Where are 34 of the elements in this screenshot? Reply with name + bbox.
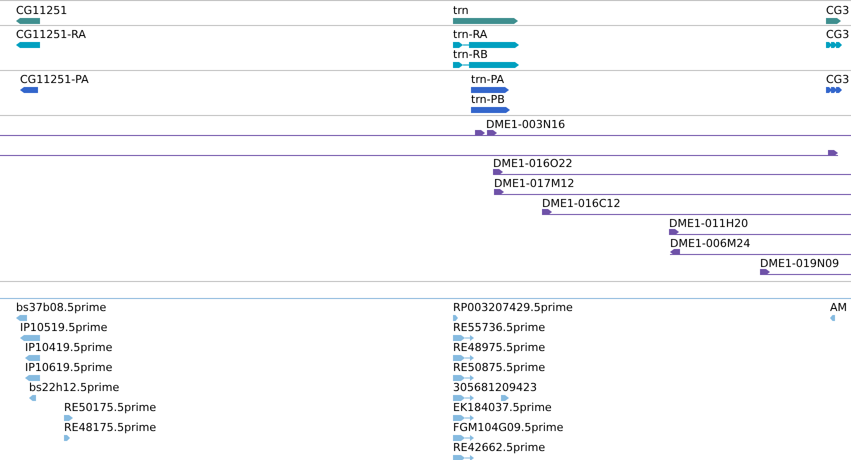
feature-label: FGM104G09.5prime xyxy=(453,422,564,434)
feature-label: IP10419.5prime xyxy=(25,342,112,354)
feature-label: 305681209423 xyxy=(453,382,537,394)
feature-label: RE42662.5prime xyxy=(453,442,546,454)
feature-label: RE55736.5prime xyxy=(453,322,546,334)
feature-label: DME1-003N16 xyxy=(486,119,566,131)
feature-label: trn-PA xyxy=(471,74,504,86)
feature-label: bs37b08.5prime xyxy=(16,302,106,314)
feature-label: RE48175.5prime xyxy=(64,422,156,434)
feature-label: RE48975.5prime xyxy=(453,342,546,354)
feature-label: trn-PB xyxy=(471,94,505,106)
feature-label: DME1-016C12 xyxy=(542,198,621,210)
feature-label: EK184037.5prime xyxy=(453,402,552,414)
feature-label: DME1-019N09 xyxy=(760,258,840,270)
feature-label: trn-RA xyxy=(453,29,488,41)
feature-label: IP10619.5prime xyxy=(25,362,112,374)
feature-label: CG11251 xyxy=(16,5,68,17)
feature-label: CG11251-RA xyxy=(16,29,86,41)
feature-label: DME1-016O22 xyxy=(493,158,573,170)
feature-label: trn xyxy=(453,5,469,17)
feature-label: trn-RB xyxy=(453,49,488,61)
feature-label: DME1-011H20 xyxy=(669,218,748,230)
feature-label: AM xyxy=(830,302,848,314)
feature-label: CG11251-PA xyxy=(20,74,89,86)
feature-label: DME1-017M12 xyxy=(494,178,574,190)
feature-label: CG3 xyxy=(826,74,850,86)
feature-label: IP10519.5prime xyxy=(20,322,108,334)
feature-label: RE50175.5prime xyxy=(64,402,156,414)
feature-label: CG3 xyxy=(826,29,850,41)
feature-label: DME1-006M24 xyxy=(670,238,750,250)
feature-label: RE50875.5prime xyxy=(453,362,546,374)
feature-label: RP003207429.5prime xyxy=(453,302,573,314)
feature-label: CG3 xyxy=(826,5,850,17)
feature-label: bs22h12.5prime xyxy=(29,382,120,394)
